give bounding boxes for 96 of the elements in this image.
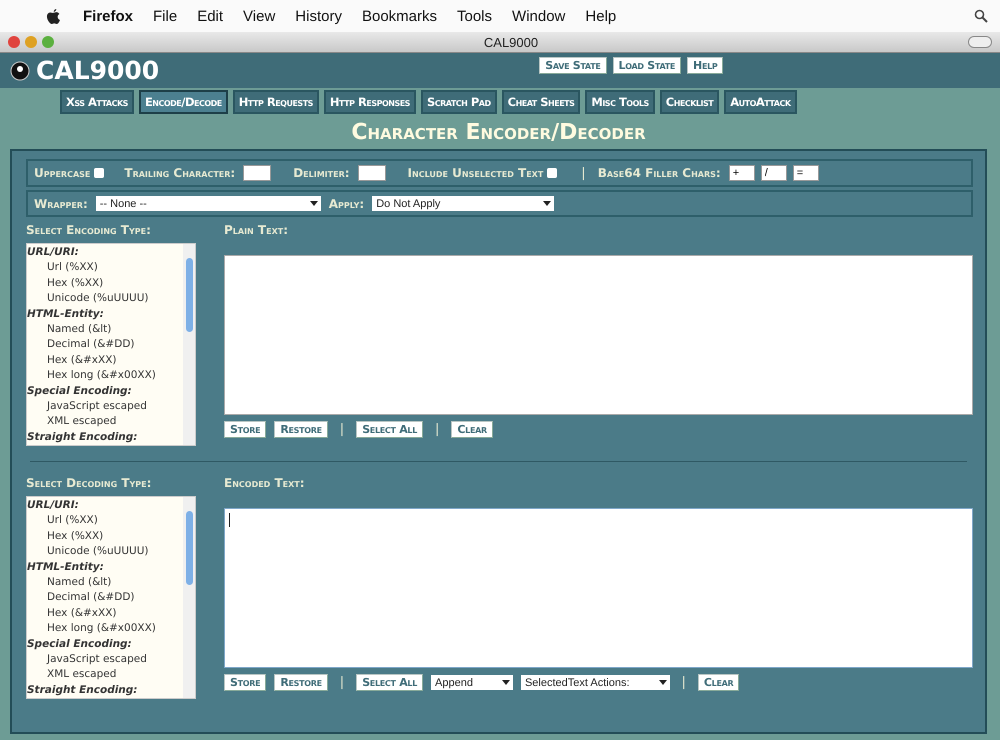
menu-item[interactable]: Help: [585, 8, 616, 24]
list-option[interactable]: Unicode (%uUUUU): [27, 544, 183, 560]
type-listbox[interactable]: URL/URI: Url (%XX) Hex (%XX) Unicode (%uUUUU) HTML-Entity: Named (&lt) Decimal (&#DD) Hex (&#xXX) Hex long (&#x00XX) Special Encoding: JavaScript escaped XML escaped Straight Encoding:: [26, 243, 196, 446]
close-button[interactable]: [8, 36, 20, 48]
list-option[interactable]: XML escaped: [27, 667, 183, 683]
list-option[interactable]: HTML-Entity:: [27, 306, 183, 322]
wrapper-select[interactable]: -- None --: [96, 196, 321, 211]
nav-tab[interactable]: Checklist: [660, 90, 720, 114]
section-label: Plain Text:: [224, 223, 290, 237]
action-button[interactable]: Store: [224, 421, 266, 438]
section-label: Select Decoding Type:: [26, 476, 152, 490]
list-option[interactable]: Hex (&#xXX): [27, 352, 183, 368]
list-option[interactable]: JavaScript escaped: [27, 652, 183, 668]
option-label: Include Unselected Text: [408, 166, 544, 180]
nav-tab[interactable]: Scratch Pad: [420, 90, 497, 114]
separator: |: [580, 166, 587, 180]
list-option[interactable]: Unicode (%uUUUU): [27, 291, 183, 307]
option-label: Base64 Filler Chars:: [598, 166, 721, 180]
separator: |: [434, 422, 440, 437]
list-option[interactable]: Straight Encoding:: [27, 430, 183, 445]
nav-tab[interactable]: Http Requests: [232, 90, 319, 114]
nav-tab[interactable]: AutoAttack: [724, 90, 797, 114]
action-button[interactable]: Store: [224, 674, 266, 691]
zoom-button[interactable]: [42, 36, 54, 48]
list-option[interactable]: HTML-Entity:: [27, 560, 183, 576]
menu-item[interactable]: Bookmarks: [362, 8, 437, 24]
header-button[interactable]: Load State: [612, 57, 682, 74]
include-unselected-checkbox[interactable]: [547, 168, 558, 178]
header-button[interactable]: Help: [687, 57, 724, 74]
menu-item[interactable]: Tools: [457, 8, 492, 24]
action-button[interactable]: Restore: [274, 421, 328, 438]
list-option[interactable]: Hex (&#xXX): [27, 606, 183, 622]
list-option[interactable]: Hex (%XX): [27, 276, 183, 292]
list-option[interactable]: Decimal (&#DD): [27, 590, 183, 606]
menu-app-name[interactable]: Firefox: [83, 8, 134, 24]
filler-char-field[interactable]: /: [760, 165, 787, 181]
scrollbar[interactable]: [183, 497, 195, 698]
action-button[interactable]: Select All: [356, 421, 424, 438]
filler-char-field[interactable]: +: [728, 165, 755, 181]
action-button[interactable]: Clear: [698, 674, 740, 691]
logo-icon: [10, 60, 30, 80]
list-option[interactable]: Url (%XX): [27, 260, 183, 276]
action-button[interactable]: Select All: [356, 674, 424, 691]
scrollbar[interactable]: [183, 244, 195, 445]
action-button[interactable]: Clear: [451, 421, 493, 438]
list-option[interactable]: Decimal (&#DD): [27, 337, 183, 353]
nav-tab[interactable]: Cheat Sheets: [502, 90, 580, 114]
menu-item[interactable]: Window: [512, 8, 566, 24]
menu-item[interactable]: View: [243, 8, 276, 24]
minimize-button[interactable]: [25, 36, 37, 48]
type-listbox[interactable]: URL/URI: Url (%XX) Hex (%XX) Unicode (%uUUUU) HTML-Entity: Named (&lt) Decimal (&#DD) Hex (&#xXX) Hex long (&#x00XX) Special Encoding: JavaScript escaped XML escaped Straight Encoding:: [26, 496, 196, 699]
app-name: CAL9000: [36, 56, 160, 85]
list-option[interactable]: Hex (%XX): [27, 528, 183, 544]
list-option[interactable]: Straight Encoding:: [27, 682, 183, 698]
section-label: Encoded Text:: [224, 476, 306, 490]
option-label: Delimiter:: [293, 166, 350, 180]
filler-char-field[interactable]: =: [792, 165, 819, 181]
page-title: Character Encoder/Decoder: [350, 119, 647, 147]
list-option[interactable]: Special Encoding:: [27, 384, 183, 400]
list-option[interactable]: JavaScript escaped: [27, 399, 183, 414]
window-title: CAL9000: [482, 34, 540, 50]
nav-tab[interactable]: Http Responses: [324, 90, 416, 114]
list-option[interactable]: Hex long (&#x00XX): [27, 368, 183, 384]
apply-select[interactable]: Do Not Apply: [372, 196, 554, 211]
list-option[interactable]: Special Encoding:: [27, 636, 183, 652]
option-label: Apply:: [328, 196, 364, 210]
option-label: Wrapper:: [34, 196, 88, 210]
list-option[interactable]: URL/URI:: [27, 245, 183, 260]
toolbar-toggle-button[interactable]: [968, 36, 992, 48]
menu-item[interactable]: Edit: [197, 8, 224, 24]
delimiter-field[interactable]: [358, 165, 386, 181]
separator: |: [338, 675, 346, 690]
action-button[interactable]: Restore: [274, 674, 328, 691]
apple-icon[interactable]: [46, 8, 61, 24]
separator: |: [338, 422, 346, 437]
list-option[interactable]: XML escaped: [27, 414, 183, 430]
option-label: Uppercase: [34, 166, 90, 180]
uppercase-checkbox[interactable]: [94, 168, 104, 178]
list-option[interactable]: Named (&lt): [27, 322, 183, 338]
list-option[interactable]: Named (&lt): [27, 575, 183, 590]
trailing-character-field[interactable]: [243, 165, 272, 181]
action-select[interactable]: Append: [431, 675, 513, 690]
nav-tab[interactable]: Encode/Decode: [138, 90, 228, 114]
nav-tab[interactable]: Xss Attacks: [60, 90, 134, 114]
list-option[interactable]: Hex long (&#x00XX): [27, 621, 183, 637]
nav-tab[interactable]: Misc Tools: [585, 90, 655, 114]
action-select[interactable]: SelectedText Actions:: [520, 675, 670, 690]
search-icon[interactable]: [974, 9, 988, 23]
option-label: Trailing Character:: [124, 166, 236, 180]
list-option[interactable]: Url (%XX): [27, 513, 183, 529]
separator: |: [680, 675, 687, 690]
header-button[interactable]: Save State: [539, 57, 607, 74]
list-option[interactable]: URL/URI:: [27, 498, 183, 514]
menu-item[interactable]: File: [153, 8, 178, 24]
section-label: Select Encoding Type:: [26, 223, 152, 237]
menu-item[interactable]: History: [295, 8, 342, 24]
